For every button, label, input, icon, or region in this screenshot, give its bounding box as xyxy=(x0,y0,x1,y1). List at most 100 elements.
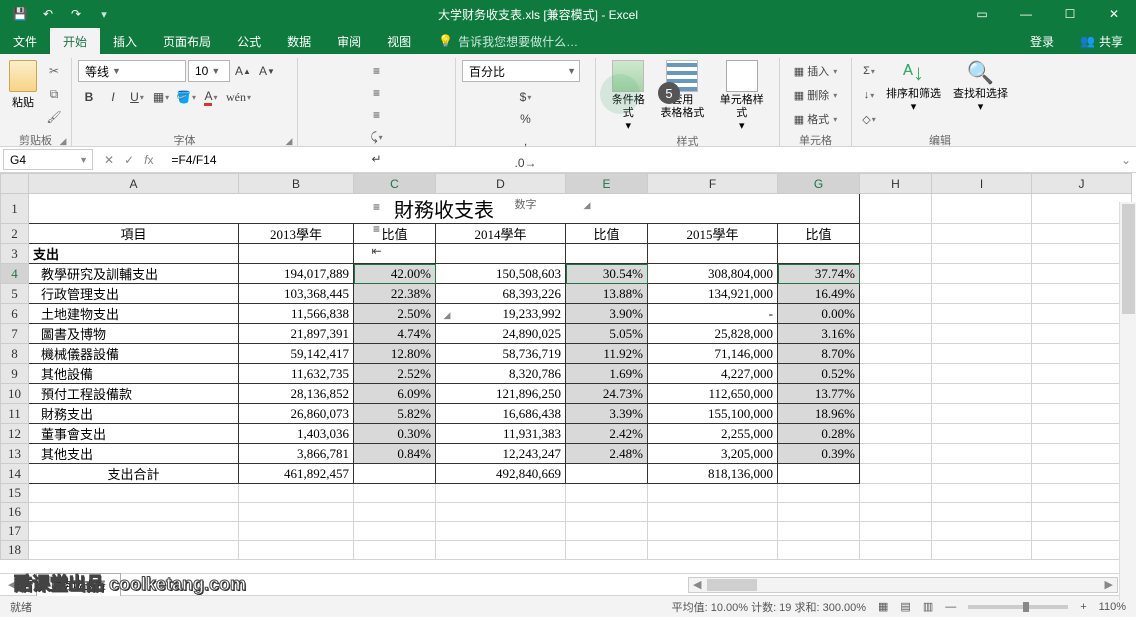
row-header-9[interactable]: 9 xyxy=(1,364,29,384)
data-cell[interactable]: 11,566,838 xyxy=(239,304,354,324)
cancel-formula-button[interactable]: ✕ xyxy=(104,153,114,167)
data-cell[interactable]: 1.69% xyxy=(566,364,648,384)
find-select-button[interactable]: 🔍 查找和选择▾ xyxy=(947,58,1014,132)
col-header-E[interactable]: E xyxy=(566,174,648,194)
data-cell[interactable]: 24.73% xyxy=(566,384,648,404)
row-header-14[interactable]: 14 xyxy=(1,464,29,484)
row-header-18[interactable]: 18 xyxy=(1,541,29,560)
data-cell[interactable]: 2.50% xyxy=(354,304,436,324)
data-cell[interactable]: 5.82% xyxy=(354,404,436,424)
empty-cell[interactable] xyxy=(1032,522,1132,541)
row-header-3[interactable]: 3 xyxy=(1,244,29,264)
empty-cell[interactable] xyxy=(29,541,239,560)
bold-button[interactable]: B xyxy=(78,86,100,108)
data-cell[interactable]: 3,866,781 xyxy=(239,444,354,464)
row-header-11[interactable]: 11 xyxy=(1,404,29,424)
login-button[interactable]: 登录 xyxy=(1017,28,1067,54)
empty-cell[interactable] xyxy=(436,484,566,503)
empty-cell[interactable] xyxy=(1032,503,1132,522)
empty-cell[interactable] xyxy=(436,503,566,522)
expand-formula-bar[interactable]: ⌄ xyxy=(1116,153,1136,167)
header-cell[interactable]: 2014學年 xyxy=(436,224,566,244)
empty-cell[interactable] xyxy=(566,484,648,503)
empty-cell[interactable] xyxy=(860,522,932,541)
empty-cell[interactable] xyxy=(239,484,354,503)
empty-cell[interactable] xyxy=(932,522,1032,541)
header-cell[interactable]: 項目 xyxy=(29,224,239,244)
total-cell[interactable] xyxy=(778,464,860,484)
tab-layout[interactable]: 页面布局 xyxy=(150,28,224,54)
section-cell[interactable]: 支出 xyxy=(29,244,239,264)
total-label[interactable]: 支出合計 xyxy=(29,464,239,484)
paste-icon[interactable] xyxy=(9,60,37,92)
row-header-17[interactable]: 17 xyxy=(1,522,29,541)
row-label[interactable]: 預付工程設備款 xyxy=(29,384,239,404)
data-cell[interactable]: 19,233,992 xyxy=(436,304,566,324)
empty-cell[interactable] xyxy=(29,503,239,522)
data-cell[interactable]: 12,243,247 xyxy=(436,444,566,464)
tab-formulas[interactable]: 公式 xyxy=(224,28,274,54)
data-cell[interactable]: 71,146,000 xyxy=(648,344,778,364)
data-cell[interactable]: 5.05% xyxy=(566,324,648,344)
underline-button[interactable]: U▾ xyxy=(126,86,148,108)
zoom-in-button[interactable]: + xyxy=(1080,601,1086,613)
data-cell[interactable]: 58,736,719 xyxy=(436,344,566,364)
spreadsheet-grid[interactable]: ABCDEFGHIJ1財務收支表2項目2013學年比值2014學年比值2015學… xyxy=(0,173,1132,560)
cut-button[interactable]: ✂ xyxy=(43,60,65,82)
row-header-6[interactable]: 6 xyxy=(1,304,29,324)
zoom-out-button[interactable]: — xyxy=(945,601,956,613)
row-header-7[interactable]: 7 xyxy=(1,324,29,344)
data-cell[interactable]: 21,897,391 xyxy=(239,324,354,344)
data-cell[interactable]: 6.09% xyxy=(354,384,436,404)
clipboard-launcher[interactable]: ◢ xyxy=(57,136,69,147)
tab-review[interactable]: 审阅 xyxy=(324,28,374,54)
empty-cell[interactable] xyxy=(648,541,778,560)
data-cell[interactable]: 0.84% xyxy=(354,444,436,464)
name-box[interactable]: G4▼ xyxy=(3,149,93,170)
font-name[interactable]: 等线▼ xyxy=(78,60,186,82)
col-header-H[interactable]: H xyxy=(860,174,932,194)
data-cell[interactable]: 26,860,073 xyxy=(239,404,354,424)
empty-cell[interactable] xyxy=(29,484,239,503)
save-button[interactable]: 💾 xyxy=(8,4,32,24)
row-header-1[interactable]: 1 xyxy=(1,194,29,224)
formula-input[interactable]: =F4/F14 xyxy=(161,153,1116,167)
data-cell[interactable]: 3.39% xyxy=(566,404,648,424)
col-header-A[interactable]: A xyxy=(29,174,239,194)
row-label[interactable]: 圖書及博物 xyxy=(29,324,239,344)
delete-cells-button[interactable]: ▦ 删除 ▾ xyxy=(786,84,845,106)
autosum-button[interactable]: Σ▾ xyxy=(858,60,880,82)
tab-data[interactable]: 数据 xyxy=(274,28,324,54)
empty-cell[interactable] xyxy=(354,541,436,560)
phonetic-button[interactable]: wén▾ xyxy=(224,86,253,108)
empty-cell[interactable] xyxy=(239,541,354,560)
data-cell[interactable]: 3.16% xyxy=(778,324,860,344)
data-cell[interactable]: 8,320,786 xyxy=(436,364,566,384)
row-header-13[interactable]: 13 xyxy=(1,444,29,464)
align-middle-button[interactable]: ≡ xyxy=(304,82,449,104)
header-cell[interactable]: 比值 xyxy=(354,224,436,244)
empty-cell[interactable] xyxy=(778,541,860,560)
row-label[interactable]: 行政管理支出 xyxy=(29,284,239,304)
data-cell[interactable]: 13.77% xyxy=(778,384,860,404)
horizontal-scrollbar[interactable]: ◀▶ xyxy=(688,577,1118,593)
data-cell[interactable]: 12.80% xyxy=(354,344,436,364)
decrease-font-button[interactable]: A▼ xyxy=(256,60,278,82)
italic-button[interactable]: I xyxy=(102,86,124,108)
empty-cell[interactable] xyxy=(354,503,436,522)
data-cell[interactable]: 308,804,000 xyxy=(648,264,778,284)
paste-label[interactable]: 粘贴 xyxy=(12,94,34,110)
redo-button[interactable]: ↷ xyxy=(64,4,88,24)
total-cell[interactable]: 818,136,000 xyxy=(648,464,778,484)
empty-cell[interactable] xyxy=(648,503,778,522)
col-header-D[interactable]: D xyxy=(436,174,566,194)
data-cell[interactable]: 134,921,000 xyxy=(648,284,778,304)
empty-cell[interactable] xyxy=(239,522,354,541)
data-cell[interactable]: 150,508,603 xyxy=(436,264,566,284)
currency-button[interactable]: $▾ xyxy=(462,86,589,108)
data-cell[interactable]: 18.96% xyxy=(778,404,860,424)
empty-cell[interactable] xyxy=(1032,541,1132,560)
data-cell[interactable]: - xyxy=(648,304,778,324)
row-header-15[interactable]: 15 xyxy=(1,484,29,503)
orientation-button[interactable]: ⤹▾ xyxy=(304,126,449,148)
